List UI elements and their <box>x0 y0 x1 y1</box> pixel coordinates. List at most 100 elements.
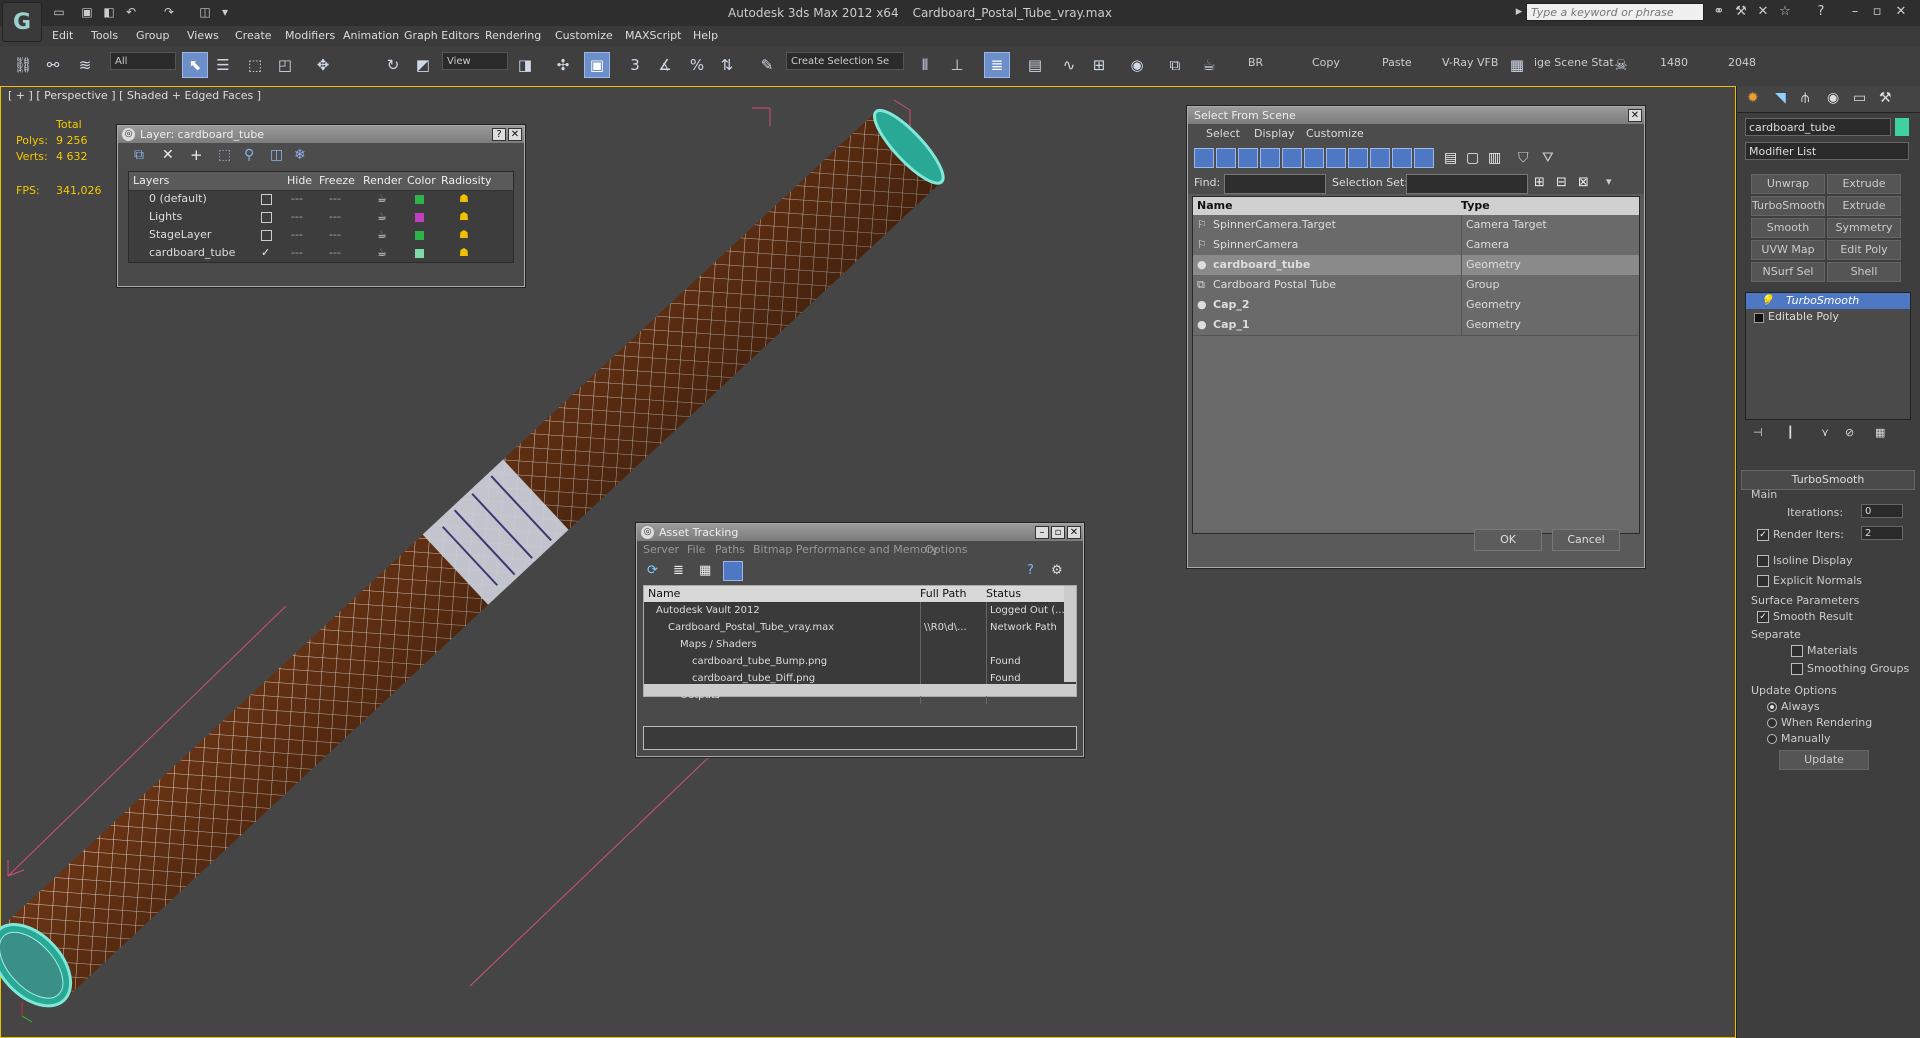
filter-xrefs-icon[interactable] <box>1348 148 1368 168</box>
display-tab-icon[interactable]: ▭ <box>1853 90 1866 106</box>
col-full-path[interactable]: Full Path <box>920 586 966 602</box>
hide-toggle[interactable]: --- <box>291 226 303 244</box>
mirror-icon[interactable]: ⫴ <box>912 52 938 78</box>
isoline-display-checkbox[interactable]: Isoline Display <box>1757 554 1853 567</box>
asset-dialog-titlebar[interactable]: ◎ Asset Tracking – ▫ ✕ <box>637 524 1083 541</box>
render-teapot-icon[interactable]: ☕ <box>377 244 387 262</box>
col-name[interactable]: Name <box>1197 197 1233 215</box>
display-invert-icon[interactable]: ▥ <box>1488 150 1501 166</box>
paste-button[interactable]: Paste <box>1382 56 1412 69</box>
layer-row[interactable]: 0 (default) --- --- ☕ ☗ <box>129 190 513 208</box>
link-icon[interactable]: ⛓ <box>10 52 36 78</box>
select-dialog-titlebar[interactable]: Select From Scene ✕ <box>1188 107 1644 124</box>
new-file-icon[interactable]: ▭ <box>50 3 68 21</box>
turbosmooth-rollout-header[interactable]: TurboSmooth <box>1741 470 1915 490</box>
edit-named-sel-icon[interactable]: ✎ <box>754 52 780 78</box>
stack-item-editable-poly[interactable]: Editable Poly <box>1746 309 1910 325</box>
layer-row[interactable]: StageLayer --- --- ☕ ☗ <box>129 226 513 244</box>
close-button[interactable]: ✕ <box>508 128 522 141</box>
layer-panel-titlebar[interactable]: ◎ Layer: cardboard_tube ? ✕ <box>118 126 524 143</box>
restore-icon[interactable]: ▫ <box>1868 3 1886 21</box>
menu-customize[interactable]: Customize <box>555 26 613 46</box>
tab-display[interactable]: Display <box>1254 127 1295 140</box>
turbosmooth-button[interactable]: TurboSmooth <box>1751 196 1825 216</box>
help-icon[interactable]: ? <box>1027 563 1034 578</box>
filter-cameras-icon[interactable] <box>1260 148 1280 168</box>
asset-menu-server[interactable]: Server <box>643 543 679 556</box>
show-end-result-icon[interactable]: ┃ <box>1787 426 1794 439</box>
settings-help-icon[interactable]: ⚙ <box>1051 563 1063 578</box>
remove-modifier-icon[interactable]: ⊘ <box>1845 426 1854 439</box>
minimize-button[interactable]: – <box>1035 526 1049 539</box>
col-freeze[interactable]: Freeze <box>319 172 359 190</box>
radiosity-icon[interactable]: ☗ <box>459 226 469 244</box>
resolution-2048-button[interactable]: 2048 <box>1728 56 1756 69</box>
hide-toggle[interactable]: --- <box>291 244 303 262</box>
window-crossing-icon[interactable]: ◰ <box>272 52 298 78</box>
subscription-icon[interactable]: ⚒ <box>1732 3 1750 21</box>
current-layer-box[interactable] <box>261 211 272 223</box>
filter-lights-icon[interactable] <box>1238 148 1258 168</box>
menu-help[interactable]: Help <box>693 26 718 46</box>
freeze-toggle[interactable]: --- <box>329 190 341 208</box>
smooth-button[interactable]: Smooth <box>1751 218 1825 238</box>
layer-color-swatch[interactable] <box>415 212 424 222</box>
render-teapot-icon[interactable]: ☕ <box>377 190 387 208</box>
scene-stat-icon[interactable]: ▦ <box>1504 52 1530 78</box>
pin-stack-icon[interactable]: ⊣ <box>1753 426 1763 439</box>
sel-set-select-icon[interactable]: ⊠ <box>1578 175 1589 190</box>
lightbulb-icon[interactable]: 💡 <box>1760 293 1774 309</box>
close-button[interactable]: ✕ <box>1067 526 1081 539</box>
spinner-snap-icon[interactable]: ⇅ <box>714 52 740 78</box>
menu-edit[interactable]: Edit <box>52 26 73 46</box>
select-object-icon[interactable]: ⬉ <box>182 52 208 78</box>
smooth-result-checkbox[interactable]: ✓ Smooth Result <box>1757 610 1853 623</box>
render-teapot-icon[interactable]: ☕ <box>377 226 387 244</box>
hide-all-layers-icon[interactable]: ◫ <box>270 147 283 163</box>
render-teapot-icon[interactable]: ☕ <box>1196 52 1222 78</box>
layer-row[interactable]: cardboard_tube ✓ --- --- ☕ ☗ <box>129 244 513 262</box>
menu-views[interactable]: Views <box>187 26 219 46</box>
funnel-filter-icon[interactable]: ⛉ <box>1518 150 1529 166</box>
options-dropdown-icon[interactable]: ▾ <box>1606 175 1612 188</box>
minimize-icon[interactable]: – <box>1846 3 1864 21</box>
new-layer-icon[interactable]: ⧉ <box>134 147 144 163</box>
uvw-map-button[interactable]: UVW Map <box>1751 240 1825 260</box>
asset-row[interactable]: Maps / Shaders <box>644 636 1076 653</box>
tab-select[interactable]: Select <box>1206 127 1240 140</box>
select-move-icon[interactable]: ✥ <box>310 52 336 78</box>
hide-toggle[interactable]: --- <box>291 208 303 226</box>
col-hide[interactable]: Hide <box>287 172 317 190</box>
explicit-normals-checkbox[interactable]: Explicit Normals <box>1757 574 1862 587</box>
col-render[interactable]: Render <box>363 172 403 190</box>
add-selected-icon[interactable]: + <box>190 146 203 164</box>
br-button[interactable]: BR <box>1248 56 1263 69</box>
pivot-center-icon[interactable]: ◨ <box>512 52 538 78</box>
menu-group[interactable]: Group <box>136 26 170 46</box>
curve-editor-icon[interactable]: ∿ <box>1056 52 1082 78</box>
filter-geometry-icon[interactable] <box>1194 148 1214 168</box>
object-name-field[interactable]: cardboard_tube <box>1745 118 1891 136</box>
vray-vfb-button[interactable]: V-Ray VFB <box>1442 56 1498 69</box>
radiosity-icon[interactable]: ☗ <box>459 208 469 226</box>
scene-object-row[interactable]: ⚐ SpinnerCamera Camera <box>1193 235 1639 256</box>
filter-bones-icon[interactable] <box>1370 148 1390 168</box>
utilities-tab-icon[interactable]: ⚒ <box>1879 90 1892 106</box>
modify-tab-icon[interactable]: ◥ <box>1775 90 1786 106</box>
delete-layer-icon[interactable]: ✕ <box>162 147 174 163</box>
make-unique-icon[interactable]: ⋎ <box>1821 426 1829 439</box>
help-icon[interactable]: ? <box>1812 3 1830 21</box>
scene-object-row[interactable]: ⧉ Cardboard Postal Tube Group <box>1193 275 1639 296</box>
render-iters-checkbox[interactable]: ✓ Render Iters: <box>1757 528 1844 541</box>
binoculars-icon[interactable]: ⚭ <box>1710 3 1728 21</box>
snaps-toggle-icon[interactable]: 3 <box>622 52 648 78</box>
modifier-list-dropdown[interactable]: Modifier List <box>1745 142 1909 160</box>
save-file-icon[interactable]: ◧ <box>100 3 118 21</box>
open-file-icon[interactable]: ▣ <box>78 3 96 21</box>
skull-icon[interactable]: ☠ <box>1608 52 1634 78</box>
angle-snap-icon[interactable]: ∡ <box>652 52 678 78</box>
menu-graph-editors[interactable]: Graph Editors <box>404 26 480 46</box>
close-icon[interactable]: ✕ <box>1892 3 1910 21</box>
find-input[interactable] <box>1224 174 1326 194</box>
maximize-button[interactable]: ▫ <box>1051 526 1065 539</box>
